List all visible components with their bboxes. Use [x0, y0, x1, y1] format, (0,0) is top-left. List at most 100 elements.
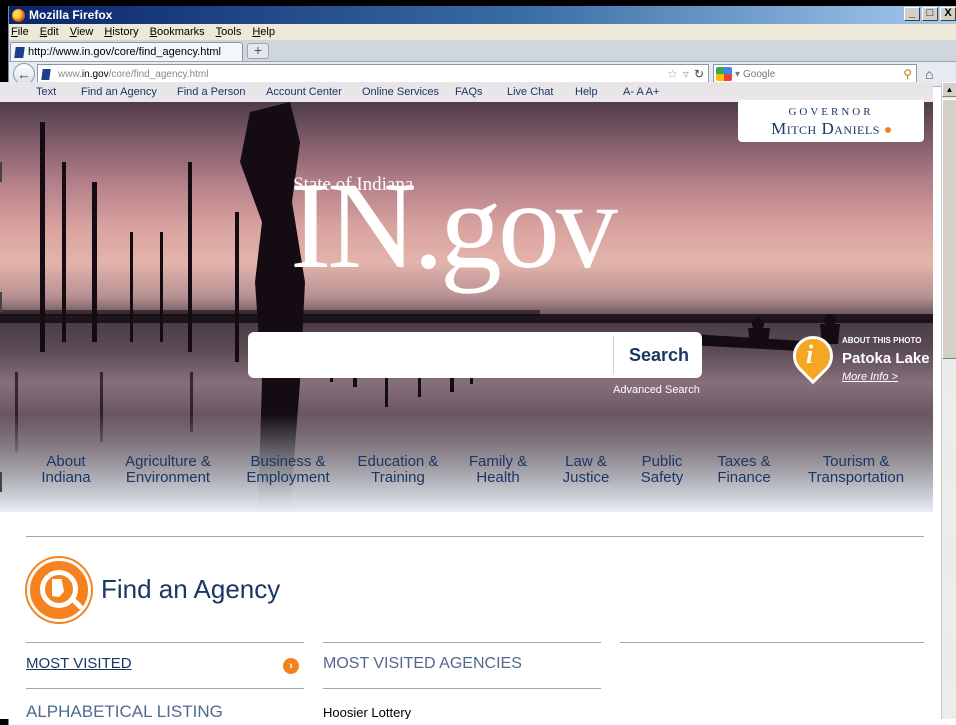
nav-online-services[interactable]: Online Services [362, 86, 439, 98]
site-search-input[interactable] [256, 340, 606, 370]
home-icon[interactable]: ⌂ [925, 66, 933, 82]
category-label-line2: Environment [125, 469, 211, 486]
text-size-controls[interactable]: A- A A+ [623, 86, 659, 98]
menu-view[interactable]: View [70, 26, 94, 38]
page-title: Find an Agency [101, 574, 281, 604]
category-label-line1: Family & [468, 453, 528, 470]
nav-faqs[interactable]: FAQs [455, 86, 483, 98]
minimize-button[interactable]: _ [904, 7, 920, 21]
category-tourism-transportation[interactable]: Tourism & Transportation [796, 454, 916, 486]
edge-mark [0, 292, 2, 312]
window-controls: _ □ X [904, 7, 956, 21]
close-button[interactable]: X [940, 7, 956, 21]
magnifier-handle [70, 596, 84, 611]
nav-find-agency[interactable]: Find an Agency [81, 86, 157, 98]
category-label-line2: Justice [562, 469, 610, 486]
category-label-line2: Transportation [807, 469, 905, 486]
agency-list-item[interactable]: Hoosier Lottery [323, 705, 411, 719]
category-label-line2: Indiana [41, 469, 91, 486]
category-label-line1: Agriculture & [125, 453, 211, 470]
section-divider [26, 536, 924, 537]
vertical-scrollbar[interactable]: ▲ [941, 82, 956, 719]
alphabetical-listing-link[interactable]: ALPHABETICAL LISTING [26, 702, 223, 719]
category-education-training[interactable]: Education & Training [355, 454, 441, 486]
state-of-indiana-label: State of Indiana [293, 174, 414, 195]
governor-card[interactable]: GOVERNOR Mitch Daniels [738, 100, 924, 142]
search-engine-dropdown-icon[interactable]: ▾ [735, 69, 740, 80]
url-prefix: www. [58, 68, 82, 80]
tab-title: http://www.in.gov/core/find_agency.html [28, 46, 222, 58]
nav-live-chat[interactable]: Live Chat [507, 86, 553, 98]
list-divider [323, 688, 601, 689]
page-viewport: Text Find an Agency Find a Person Accoun… [0, 82, 933, 719]
url-path: /core/find_agency.html [108, 68, 209, 80]
window-title: Mozilla Firefox [29, 8, 113, 22]
scroll-up-icon[interactable]: ▲ [942, 82, 956, 97]
category-public-safety[interactable]: Public Safety [634, 454, 690, 486]
nav-help[interactable]: Help [575, 86, 598, 98]
search-icon[interactable]: ⚲ [903, 67, 912, 81]
column-divider [323, 642, 601, 643]
url-host: in.gov [81, 68, 109, 80]
menu-tools[interactable]: Tools [216, 26, 242, 38]
reload-icon[interactable]: ↻ [694, 67, 704, 81]
column-divider [620, 642, 924, 643]
menu-edit[interactable]: Edit [40, 26, 59, 38]
category-agriculture-environment[interactable]: Agriculture & Environment [118, 454, 218, 486]
edge-mark [0, 472, 2, 492]
category-label-line1: Tourism & [822, 453, 890, 470]
menu-history[interactable]: History [104, 26, 138, 38]
google-logo-icon[interactable] [716, 67, 732, 81]
most-visited-agencies-heading: MOST VISITED AGENCIES [323, 655, 522, 672]
chevron-right-icon[interactable]: › [283, 658, 299, 674]
new-tab-button[interactable]: + [247, 43, 269, 59]
most-visited-link[interactable]: MOST VISITED [26, 655, 132, 672]
search-button[interactable]: Search [616, 332, 702, 378]
menu-file[interactable]: File [11, 26, 29, 38]
scrollbar-thumb[interactable] [942, 99, 956, 359]
nav-account-center[interactable]: Account Center [266, 86, 342, 98]
category-label-line2: Employment [246, 469, 330, 486]
edge-mark [0, 162, 2, 182]
menu-bar: File Edit View History Bookmarks Tools H… [9, 24, 956, 41]
tab-bar: http://www.in.gov/core/find_agency.html … [9, 41, 956, 62]
category-label-line2: Training [371, 469, 425, 486]
title-bar: Mozilla Firefox _ □ X [9, 6, 956, 24]
category-law-justice[interactable]: Law & Justice [554, 454, 618, 486]
bookmark-star-icon[interactable]: ☆ [667, 67, 678, 81]
web-search-box[interactable]: ▾ Google ⚲ [713, 64, 917, 84]
firefox-logo-icon [12, 8, 25, 22]
category-label-line2: Health [476, 469, 520, 486]
category-label-line1: Taxes & [717, 453, 771, 470]
category-family-health[interactable]: Family & Health [462, 454, 534, 486]
left-edge-artifacts [0, 82, 3, 719]
maximize-button[interactable]: □ [922, 7, 938, 21]
photo-more-info-link[interactable]: More Info > [842, 371, 898, 383]
browser-tab[interactable]: http://www.in.gov/core/find_agency.html [10, 42, 243, 61]
category-about-indiana[interactable]: About Indiana [40, 454, 92, 486]
governor-name: Mitch Daniels [771, 119, 880, 138]
url-bar[interactable]: www. in.gov/core/find_agency.html ☆ ▿ ↻ [37, 64, 709, 84]
nav-text-only[interactable]: Text [36, 86, 56, 98]
menu-bookmarks[interactable]: Bookmarks [150, 26, 205, 38]
governor-dot-icon [884, 127, 891, 134]
category-label-line1: Education & [357, 453, 439, 470]
column-divider [26, 642, 304, 643]
menu-help[interactable]: Help [252, 26, 275, 38]
ingov-favicon-icon [14, 46, 25, 58]
history-dropdown-icon[interactable]: ▿ [683, 67, 689, 81]
search-box-placeholder: Google [743, 68, 776, 80]
advanced-search-link[interactable]: Advanced Search [613, 384, 700, 396]
url-actions: ☆ ▿ ↻ [667, 67, 704, 81]
site-identity-icon [41, 68, 51, 80]
category-nav: About Indiana Agriculture & Environment Bu… [0, 414, 933, 512]
utility-nav: Text Find an Agency Find a Person Accoun… [0, 82, 933, 102]
category-label-line2: Finance [717, 469, 771, 486]
nav-find-person[interactable]: Find a Person [177, 86, 245, 98]
category-label-line1: Business & [250, 453, 326, 470]
category-taxes-finance[interactable]: Taxes & Finance [712, 454, 776, 486]
photo-location-name: Patoka Lake [842, 350, 930, 367]
category-business-employment[interactable]: Business & Employment [240, 454, 336, 486]
find-agency-magnifier-icon [27, 558, 91, 622]
search-divider [613, 336, 614, 374]
